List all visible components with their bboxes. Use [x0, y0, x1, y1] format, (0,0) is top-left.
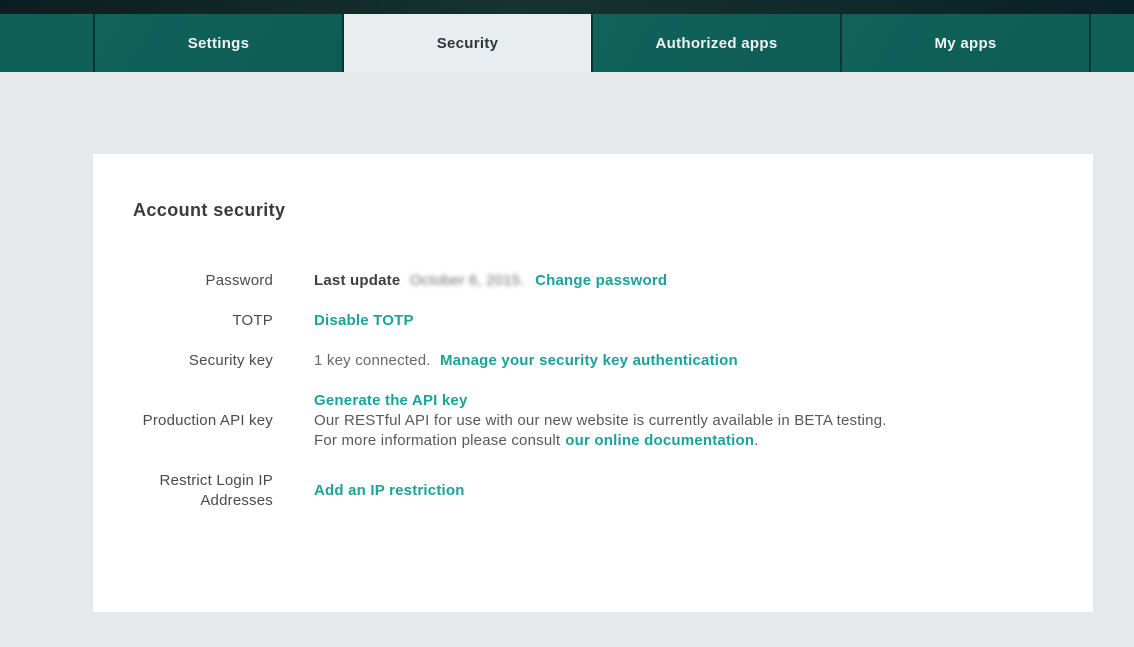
tab-my-apps[interactable]: My apps: [840, 14, 1089, 72]
security-settings-list: Password Last update October 6, 2015. Ch…: [133, 271, 1053, 511]
ip-restriction-label: Restrict Login IP Addresses: [159, 472, 273, 509]
tab-bar: Settings Security Authorized apps My app…: [0, 14, 1134, 72]
tab-security-label: Security: [436, 34, 499, 52]
password-last-update-date-redacted: October 6, 2015.: [409, 272, 525, 289]
tab-settings[interactable]: Settings: [93, 14, 342, 72]
add-ip-restriction-link[interactable]: Add an IP restriction: [314, 482, 465, 499]
tab-bar-filler-left: [0, 14, 93, 72]
api-beta-description: Our RESTful API for use with our new web…: [314, 412, 887, 429]
page-title: Account security: [133, 200, 286, 220]
api-documentation-prefix: For more information please consult: [314, 432, 561, 449]
tab-my-apps-label: My apps: [934, 34, 997, 52]
password-row: Password Last update October 6, 2015. Ch…: [133, 271, 1053, 291]
production-api-key-row: Production API key Generate the API key …: [133, 391, 1053, 451]
tab-bar-filler-right: [1089, 14, 1134, 72]
page-background: Account security Password Last update Oc…: [0, 154, 1134, 647]
account-security-card: Account security Password Last update Oc…: [93, 154, 1093, 612]
api-documentation-line: For more information please consult our o…: [314, 431, 1053, 451]
tab-security[interactable]: Security: [342, 14, 591, 72]
totp-value: Disable TOTP: [314, 311, 1053, 331]
security-key-value: 1 key connected. Manage your security ke…: [314, 351, 1053, 371]
ip-restriction-row: Restrict Login IP Addresses Add an IP re…: [133, 471, 1053, 511]
password-value: Last update October 6, 2015. Change pass…: [314, 271, 1053, 291]
totp-row: TOTP Disable TOTP: [133, 311, 1053, 331]
generate-api-key-link[interactable]: Generate the API key: [314, 392, 468, 409]
api-documentation-suffix: .: [754, 432, 759, 449]
online-documentation-link[interactable]: our online documentation: [565, 432, 754, 449]
tab-settings-label: Settings: [187, 34, 250, 52]
change-password-link[interactable]: Change password: [535, 272, 667, 289]
tab-authorized-apps[interactable]: Authorized apps: [591, 14, 840, 72]
production-api-key-value: Generate the API key Our RESTful API for…: [314, 391, 1053, 451]
totp-label: TOTP: [232, 312, 273, 329]
tab-authorized-apps-label: Authorized apps: [655, 34, 778, 52]
manage-security-key-link[interactable]: Manage your security key authentication: [440, 352, 738, 369]
security-key-status-text: 1 key connected.: [314, 352, 431, 369]
production-api-key-label: Production API key: [142, 412, 273, 429]
password-last-update-text: Last update: [314, 272, 401, 289]
security-key-row: Security key 1 key connected. Manage you…: [133, 351, 1053, 371]
ip-restriction-value: Add an IP restriction: [314, 481, 1053, 501]
security-key-label: Security key: [188, 352, 273, 369]
password-label: Password: [205, 272, 273, 289]
top-bar: [0, 0, 1134, 14]
disable-totp-link[interactable]: Disable TOTP: [314, 312, 414, 329]
